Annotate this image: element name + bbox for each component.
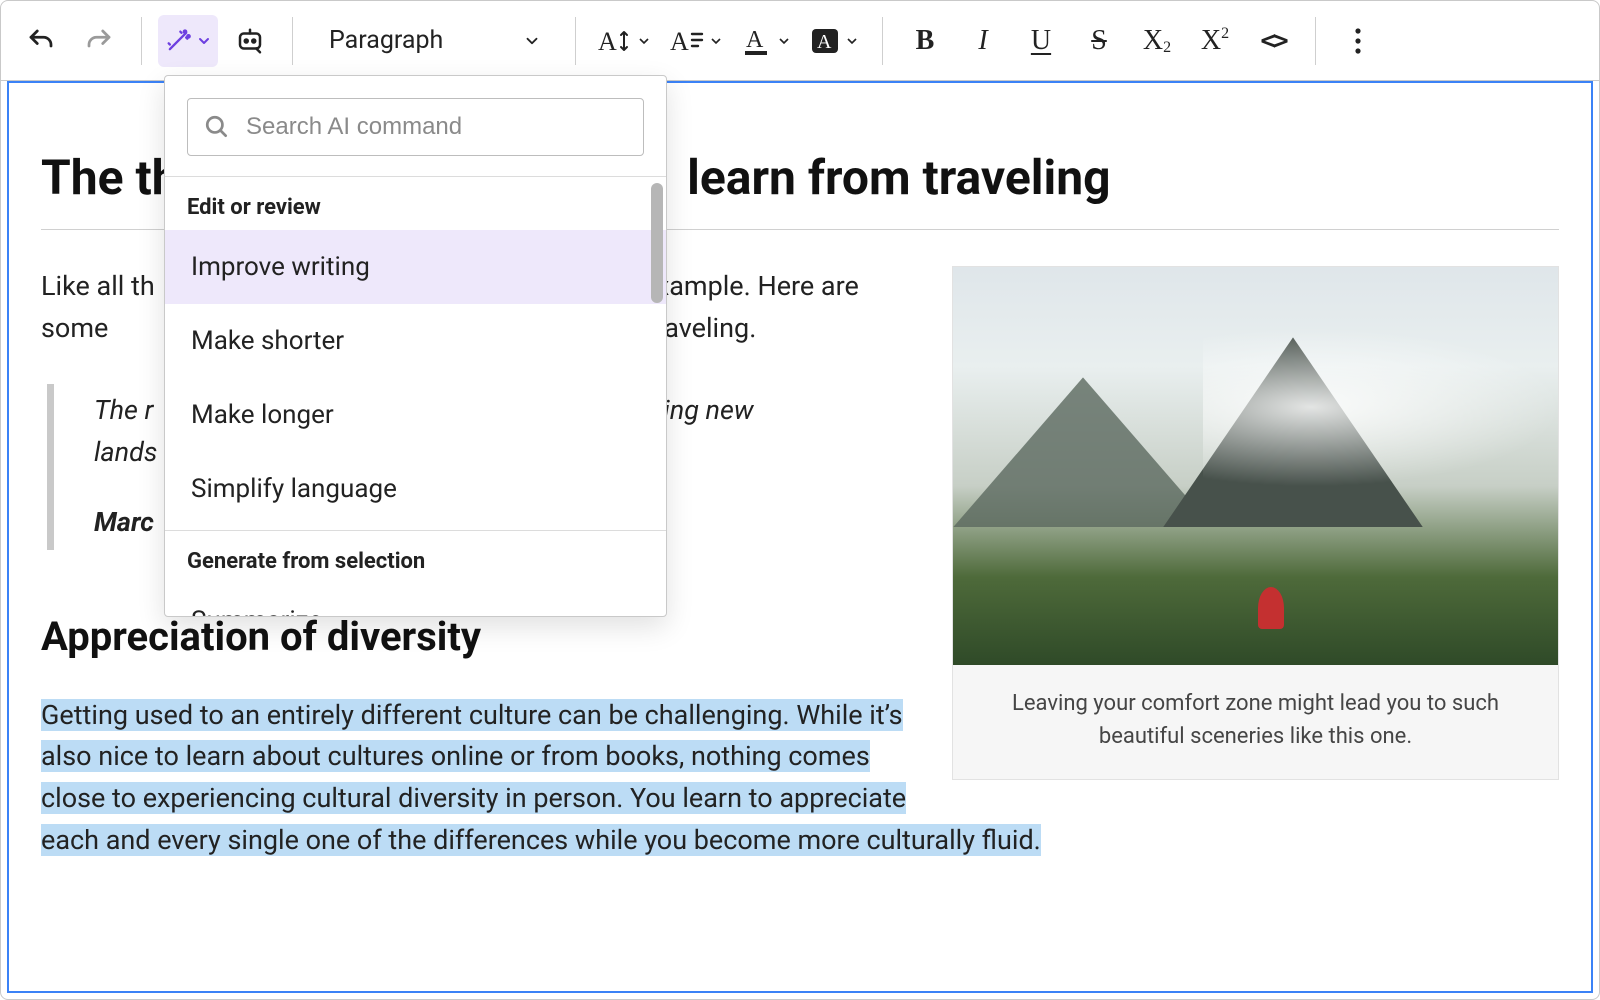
chevron-down-icon xyxy=(196,33,212,49)
code-icon: <> xyxy=(1260,26,1285,56)
font-family-button[interactable]: A xyxy=(664,15,730,67)
highlight-button[interactable]: A xyxy=(804,15,866,67)
svg-text:A: A xyxy=(598,27,617,56)
bold-button[interactable]: B xyxy=(899,15,951,67)
bold-icon: B xyxy=(916,25,935,57)
subscript-button[interactable]: X2 xyxy=(1131,15,1183,67)
editor-app: Paragraph A A A xyxy=(0,0,1600,1000)
ai-item-simplify-language[interactable]: Simplify language xyxy=(165,452,666,526)
figure-caption[interactable]: Leaving your comfort zone might lead you… xyxy=(953,665,1558,779)
chevron-down-icon xyxy=(844,33,860,49)
toolbar: Paragraph A A A xyxy=(1,1,1599,81)
font-family-icon: A xyxy=(670,26,704,56)
ai-search-field[interactable] xyxy=(187,98,644,156)
redo-button[interactable] xyxy=(73,15,125,67)
ai-assistant-button[interactable] xyxy=(224,15,276,67)
subscript-icon: X2 xyxy=(1143,25,1171,57)
svg-text:A: A xyxy=(746,27,764,53)
underline-icon: U xyxy=(1031,25,1051,57)
chevron-down-icon xyxy=(523,32,541,50)
ai-group-edit-review: Edit or review xyxy=(165,177,666,230)
font-color-button[interactable]: A xyxy=(736,15,798,67)
font-size-icon: A xyxy=(598,26,632,56)
scrollbar-thumb[interactable] xyxy=(651,183,663,303)
superscript-icon: X2 xyxy=(1201,25,1229,57)
undo-icon xyxy=(26,26,56,56)
font-color-icon: A xyxy=(742,25,772,57)
highlight-icon: A xyxy=(810,26,840,56)
chevron-down-icon xyxy=(636,33,652,49)
code-button[interactable]: <> xyxy=(1247,15,1299,67)
ai-item-make-shorter[interactable]: Make shorter xyxy=(165,304,666,378)
separator xyxy=(575,17,576,65)
ai-wand-button[interactable] xyxy=(158,15,218,67)
more-button[interactable] xyxy=(1332,15,1384,67)
undo-button[interactable] xyxy=(15,15,67,67)
separator xyxy=(141,17,142,65)
redo-icon xyxy=(84,26,114,56)
robot-icon xyxy=(235,26,265,56)
block-type-select[interactable]: Paragraph xyxy=(309,15,559,67)
underline-button[interactable]: U xyxy=(1015,15,1067,67)
ai-item-improve-writing[interactable]: Improve writing xyxy=(165,230,666,304)
svg-text:A: A xyxy=(670,27,689,56)
italic-icon: I xyxy=(978,25,987,57)
search-icon xyxy=(204,114,230,140)
italic-button[interactable]: I xyxy=(957,15,1009,67)
chevron-down-icon xyxy=(708,33,724,49)
chevron-down-icon xyxy=(776,33,792,49)
separator xyxy=(292,17,293,65)
superscript-button[interactable]: X2 xyxy=(1189,15,1241,67)
strike-icon: S xyxy=(1091,25,1107,57)
separator xyxy=(1315,17,1316,65)
block-type-label: Paragraph xyxy=(329,26,443,55)
separator xyxy=(882,17,883,65)
font-size-button[interactable]: A xyxy=(592,15,658,67)
figure[interactable]: Leaving your comfort zone might lead you… xyxy=(952,266,1559,780)
svg-text:A: A xyxy=(817,31,832,53)
kebab-icon xyxy=(1354,27,1362,55)
strikethrough-button[interactable]: S xyxy=(1073,15,1125,67)
figure-image xyxy=(953,267,1558,665)
ai-command-panel: Edit or review Improve writing Make shor… xyxy=(164,75,667,617)
magic-wand-icon xyxy=(164,27,192,55)
ai-command-list: Edit or review Improve writing Make shor… xyxy=(165,176,666,616)
ai-group-generate: Generate from selection xyxy=(165,531,666,584)
ai-search-input[interactable] xyxy=(244,112,627,142)
ai-item-summarize[interactable]: Summarize xyxy=(165,584,666,616)
ai-item-make-longer[interactable]: Make longer xyxy=(165,378,666,452)
